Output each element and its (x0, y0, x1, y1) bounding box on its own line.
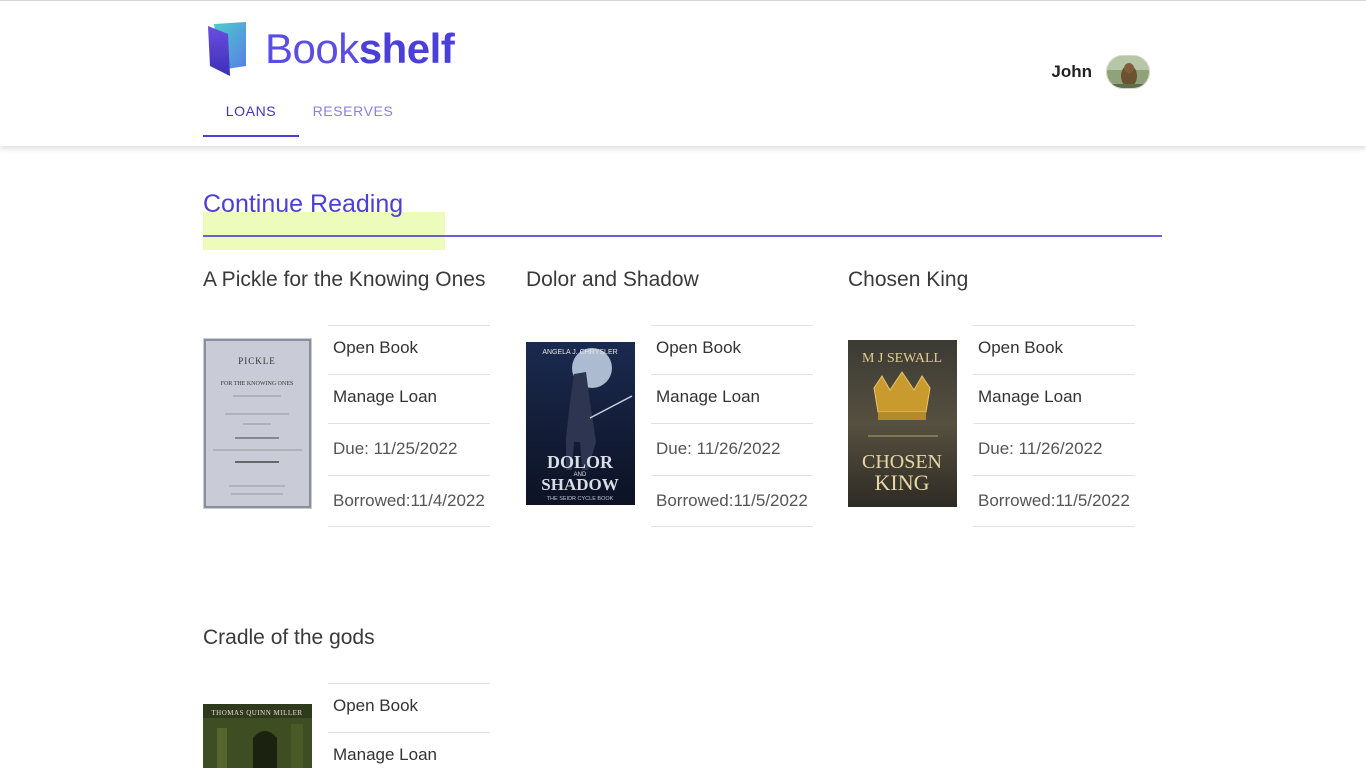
cover-text: ANGELA J. CHRYSLER (542, 349, 617, 356)
book-card: Dolor and Shadow ANGELA J. CHRYSLER DOLO… (526, 268, 826, 527)
brand-name-bold: shelf (358, 25, 455, 72)
open-book-button[interactable]: Open Book (328, 325, 490, 374)
logo[interactable]: Bookshelf (206, 21, 455, 77)
manage-loan-button[interactable]: Manage Loan (328, 732, 490, 768)
book-cover[interactable]: ANGELA J. CHRYSLER DOLOR AND SHADOW THE … (526, 342, 635, 505)
due-date: Due: 11/25/2022 (328, 423, 490, 475)
book-meta: Open Book Manage Loan (328, 683, 490, 768)
book-cover-image: THOMAS QUINN MILLER (203, 704, 312, 768)
book-title: Chosen King (848, 268, 969, 291)
cover-text: THOMAS QUINN MILLER (211, 709, 302, 717)
manage-loan-button[interactable]: Manage Loan (328, 374, 490, 423)
book-card: Cradle of the gods THOMAS QUINN MILLER O… (203, 626, 503, 768)
due-date: Due: 11/26/2022 (973, 423, 1135, 475)
book-cover-image: PICKLE FOR THE KNOWING ONES (203, 338, 312, 509)
book-meta: Open Book Manage Loan Due: 11/25/2022 Bo… (328, 325, 490, 527)
cover-text: M J SEWALL (862, 351, 942, 366)
book-title: A Pickle for the Knowing Ones (203, 268, 486, 291)
section-title: Continue Reading (203, 190, 404, 218)
borrowed-date: Borrowed:11/5/2022 (651, 475, 813, 527)
user-name: John (1051, 62, 1092, 81)
book-cover[interactable]: M J SEWALL CHOSEN KING (848, 340, 957, 507)
brand-name-light: Book (265, 25, 359, 72)
tab-reserves[interactable]: RESERVES (299, 89, 407, 137)
book-logo-icon (208, 22, 246, 76)
cover-text: KING (875, 470, 930, 495)
open-book-button[interactable]: Open Book (651, 325, 813, 374)
book-cover[interactable]: PICKLE FOR THE KNOWING ONES (203, 338, 312, 509)
cover-text: PICKLE (238, 356, 276, 366)
due-date: Due: 11/26/2022 (651, 423, 813, 475)
book-card: Chosen King M J SEWALL CHOSEN KING Open … (848, 268, 1148, 527)
section-divider (203, 235, 1162, 237)
app-header: Bookshelf LOANS RESERVES John (0, 1, 1366, 146)
book-meta: Open Book Manage Loan Due: 11/26/2022 Bo… (651, 325, 813, 527)
book-cover-image: M J SEWALL CHOSEN KING (848, 340, 957, 507)
manage-loan-button[interactable]: Manage Loan (651, 374, 813, 423)
tab-loans[interactable]: LOANS (203, 89, 299, 137)
user-avatar-photo-icon (1107, 56, 1149, 88)
borrowed-date: Borrowed:11/4/2022 (328, 475, 490, 527)
brand-name: Bookshelf (265, 25, 455, 72)
book-cover[interactable]: THOMAS QUINN MILLER (203, 704, 312, 768)
cover-text: DOLOR (547, 452, 614, 472)
open-book-button[interactable]: Open Book (328, 683, 490, 732)
user-menu[interactable]: John (1051, 55, 1150, 89)
book-cover-image: ANGELA J. CHRYSLER DOLOR AND SHADOW THE … (526, 342, 635, 505)
book-card: A Pickle for the Knowing Ones PICKLE FOR… (203, 268, 503, 527)
book-title: Cradle of the gods (203, 626, 375, 649)
cover-text: THE SEIDR CYCLE BOOK (547, 496, 614, 502)
book-meta: Open Book Manage Loan Due: 11/26/2022 Bo… (973, 325, 1135, 527)
manage-loan-button[interactable]: Manage Loan (973, 374, 1135, 423)
open-book-button[interactable]: Open Book (973, 325, 1135, 374)
cover-text: SHADOW (541, 475, 618, 494)
book-title: Dolor and Shadow (526, 268, 699, 291)
borrowed-date: Borrowed:11/5/2022 (973, 475, 1135, 527)
avatar[interactable] (1106, 55, 1150, 89)
cover-text: FOR THE KNOWING ONES (221, 381, 294, 387)
nav-tabs: LOANS RESERVES (203, 89, 407, 137)
